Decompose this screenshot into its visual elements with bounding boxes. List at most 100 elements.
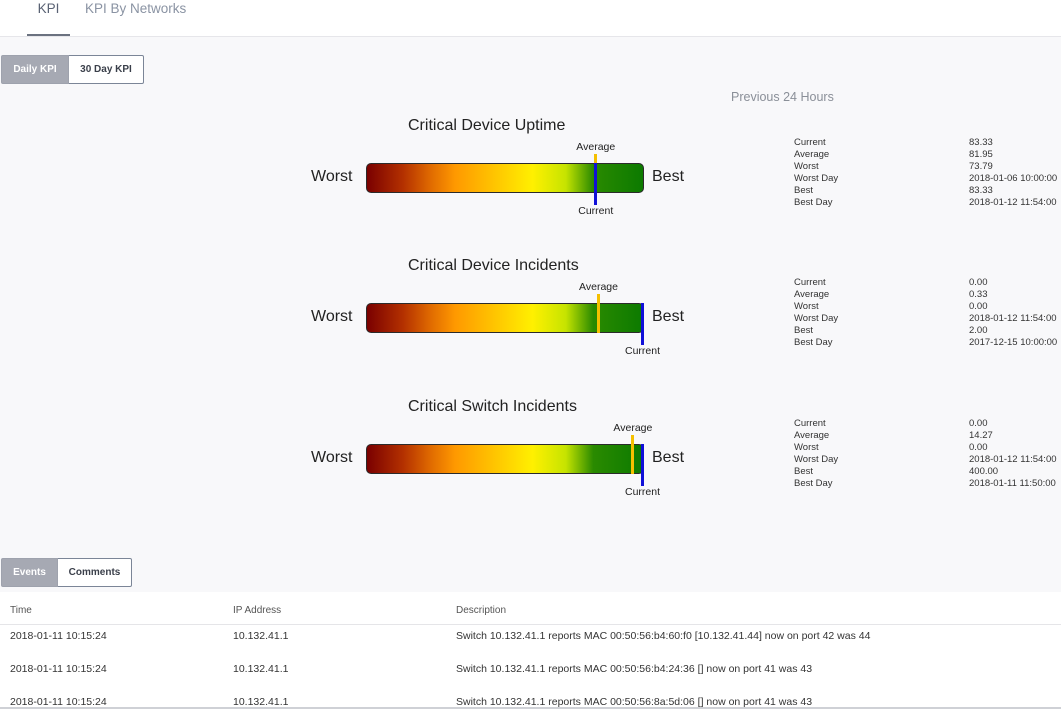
kpi-critical-device-incidents: Critical Device Incidents Worst Best Ave… [0,257,1061,377]
stat-value: 83.33 [969,185,993,196]
average-marker-label: Average [579,281,618,293]
thirty-day-kpi-button[interactable]: 30 Day KPI [69,55,144,84]
stat-row-average: Average 81.95 [794,149,1061,161]
kpi-critical-device-uptime: Critical Device Uptime Worst Best Averag… [0,117,1061,237]
current-marker-label: Current [624,486,661,498]
kpi-stats: Current 0.00 Average 0.33 Worst 0.00 Worst … [794,277,1061,349]
stat-label: Average [794,430,830,441]
scale-worst-label: Worst [311,449,353,466]
average-marker-label: Average [613,422,653,434]
stat-value: 2017-12-15 10:00:00 [969,337,1058,348]
kpi-gradient-bar [366,163,644,193]
stat-value: 73.79 [969,161,993,172]
stat-value: 0.00 [969,301,988,312]
stat-value: 0.00 [969,442,988,453]
events-table: Time IP Address Description 2018-01-11 1… [0,592,1061,709]
kpi-title: Critical Switch Incidents [408,398,577,415]
cell-time: 2018-01-11 10:15:24 [10,663,107,675]
stat-value: 2018-01-12 11:54:00 [969,197,1057,208]
stat-value: 400.00 [969,466,999,477]
events-button[interactable]: Events [1,558,58,587]
kpi-stats: Current 0.00 Average 14.27 Worst 0.00 Worst… [794,418,1061,490]
cell-ip-address: 10.132.41.1 [233,630,289,642]
daily-kpi-button[interactable]: Daily KPI [1,55,69,84]
stat-row-current: Current 0.00 [794,418,1061,430]
stat-row-best-day: Best Day 2017-12-15 10:00:00 [794,337,1061,349]
cell-description: Switch 10.132.41.1 reports MAC 00:50:56:… [456,630,871,642]
stat-row-best-day: Best Day 2018-01-11 11:50:00 [794,478,1061,490]
stat-label: Worst [794,301,819,312]
kpi-panel: Daily KPI 30 Day KPI Previous 24 Hours C… [0,37,1061,592]
scale-worst-label: Worst [311,308,353,325]
average-marker-label: Average [576,141,616,153]
column-header-description[interactable]: Description [456,605,506,616]
cell-time: 2018-01-11 10:15:24 [10,630,107,642]
stat-row-best: Best 2.00 [794,325,1061,337]
stat-label: Worst Day [794,313,839,324]
stat-label: Best Day [794,478,833,489]
tab-kpi[interactable]: KPI [27,0,70,36]
scale-best-label: Best [652,449,685,466]
kpi-gradient-bar [366,303,644,333]
average-marker [631,435,635,474]
period-label: Previous 24 Hours [731,90,834,104]
cell-ip-address: 10.132.41.1 [233,663,289,675]
kpi-title: Critical Device Incidents [408,257,579,274]
kpi-stats: Current 83.33 Average 81.95 Worst 73.79 Wor… [794,137,1061,209]
stat-row-best-day: Best Day 2018-01-12 11:54:00 [794,197,1061,209]
stat-row-worst-day: Worst Day 2018-01-12 11:54:00 [794,313,1061,325]
stat-label: Worst [794,161,819,172]
events-comments-toggle: Events Comments [1,558,132,587]
stat-row-current: Current 0.00 [794,277,1061,289]
kpi-critical-switch-incidents: Critical Switch Incidents Worst Best Ave… [0,398,1061,518]
stat-row-best: Best 83.33 [794,185,1061,197]
stat-value: 0.33 [969,289,988,300]
stat-label: Current [794,277,826,288]
stat-label: Current [794,418,826,429]
current-marker [641,303,644,345]
stat-row-current: Current 83.33 [794,137,1061,149]
stat-value: 14.27 [969,430,993,441]
stat-row-worst: Worst 0.00 [794,442,1061,454]
stat-label: Average [794,289,830,300]
stat-label: Worst [794,442,819,453]
stat-label: Best [794,185,814,196]
kpi-gradient-bar [366,444,644,474]
scale-worst-label: Worst [311,168,353,185]
current-marker [594,163,598,205]
stat-label: Worst Day [794,454,839,465]
table-header: Time IP Address Description [0,592,1061,625]
tab-kpi-by-networks[interactable]: KPI By Networks [85,0,186,36]
stat-row-worst: Worst 73.79 [794,161,1061,173]
stat-row-worst-day: Worst Day 2018-01-12 11:54:00 [794,454,1061,466]
stat-row-worst: Worst 0.00 [794,301,1061,313]
scale-best-label: Best [652,308,685,325]
stat-label: Best Day [794,197,833,208]
average-marker [597,294,600,333]
cell-description: Switch 10.132.41.1 reports MAC 00:50:56:… [456,663,813,675]
column-header-time[interactable]: Time [10,605,32,616]
current-marker-label: Current [624,345,661,357]
stat-value: 2.00 [969,325,988,336]
scale-best-label: Best [652,168,685,185]
stat-row-average: Average 0.33 [794,289,1061,301]
stat-value: 83.33 [969,137,993,148]
stat-label: Best Day [794,337,833,348]
stat-label: Best [794,325,814,336]
stat-value: 0.00 [969,277,988,288]
table-row[interactable]: 2018-01-11 10:15:24 10.132.41.1 Switch 1… [0,658,1061,691]
current-marker [641,444,644,486]
stat-label: Best [794,466,814,477]
stat-value: 81.95 [969,149,993,160]
kpi-title: Critical Device Uptime [408,117,566,134]
current-marker-label: Current [578,205,614,217]
column-header-ip-address[interactable]: IP Address [233,605,281,616]
table-row[interactable]: 2018-01-11 10:15:24 10.132.41.1 Switch 1… [0,625,1061,658]
top-tab-bar: KPI KPI By Networks [0,0,1061,37]
stat-row-worst-day: Worst Day 2018-01-06 10:00:00 [794,173,1061,185]
stat-value: 2018-01-11 11:50:00 [969,478,1056,489]
stat-label: Worst Day [794,173,839,184]
stat-row-best: Best 400.00 [794,466,1061,478]
stat-row-average: Average 14.27 [794,430,1061,442]
comments-button[interactable]: Comments [58,558,132,587]
